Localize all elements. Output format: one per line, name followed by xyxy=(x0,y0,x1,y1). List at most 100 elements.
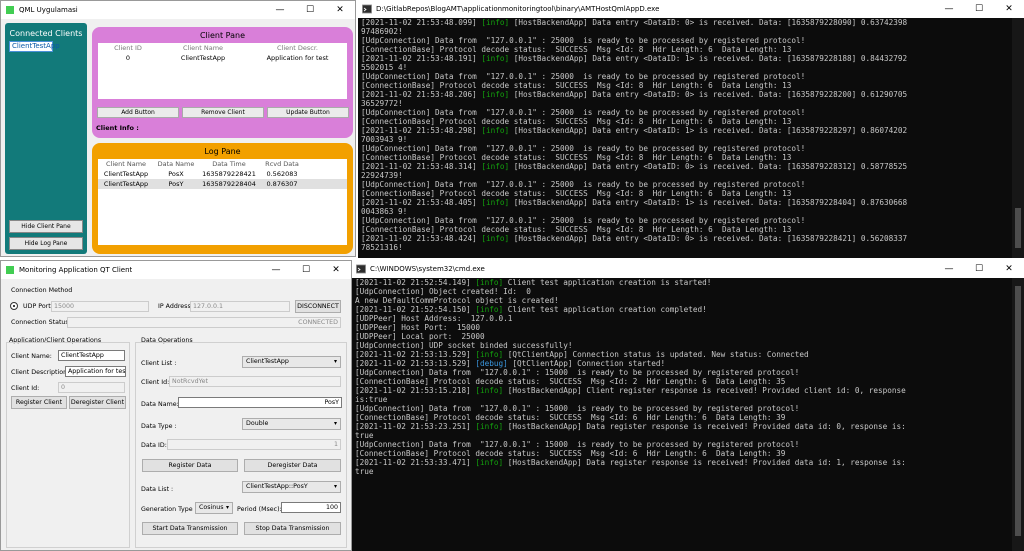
client-pane: Client Pane Client ID Client Name Client… xyxy=(92,27,353,138)
console-text: [HostBackendApp] Data entry <DataID: 0> … xyxy=(509,18,908,27)
minimize-icon[interactable]: — xyxy=(934,0,964,18)
console-line: 36529772! xyxy=(361,99,1009,108)
table-row[interactable]: ClientTestApp PosY 1635879228404 0.87630… xyxy=(98,179,347,189)
console-line: [ConnectionBase] Protocol decode status:… xyxy=(355,377,1009,386)
connected-clients-panel: Connected Clients ClientTestApp Hide Cli… xyxy=(5,23,87,254)
console-text: [UdpConnection] Data from "127.0.0.1" : … xyxy=(361,180,806,189)
console-line: [ConnectionBase] Protocol decode status:… xyxy=(361,153,1009,162)
generation-type-value: Cosinus xyxy=(199,504,224,511)
console-text: [info] xyxy=(481,162,510,171)
minimize-icon[interactable]: — xyxy=(261,261,291,279)
console-text: [HostBackendApp] Client register respons… xyxy=(503,386,906,395)
register-client-button[interactable]: Register Client xyxy=(11,396,67,409)
maximize-icon[interactable]: ☐ xyxy=(295,1,325,19)
window-title: Monitoring Application QT Client xyxy=(19,266,133,274)
console-text: Client test application creation complet… xyxy=(503,305,707,314)
client-list-dropdown[interactable]: ClientTestApp ▾ xyxy=(242,356,341,368)
client-table-header: Client ID Client Name Client Descr. xyxy=(98,43,347,53)
generation-type-label: Generation Type : xyxy=(141,506,197,513)
console-text: [2021-11-02 21:53:48.099] xyxy=(361,18,482,27)
table-row[interactable]: 0 ClientTestApp Application for test xyxy=(98,53,347,63)
console-line: [UDPPeer] Host Address: 127.0.0.1 xyxy=(355,314,1009,323)
console-text: [HostBackendApp] Data entry <DataID: 0> … xyxy=(509,162,908,171)
console-line: [2021-11-02 21:53:48.206] [info] [HostBa… xyxy=(361,90,1009,99)
close-icon[interactable]: ✕ xyxy=(325,1,355,19)
console-text: [ConnectionBase] Protocol decode status:… xyxy=(361,153,792,162)
close-icon[interactable]: ✕ xyxy=(321,261,351,279)
data-type-dropdown[interactable]: Double ▾ xyxy=(242,418,341,430)
close-icon[interactable]: ✕ xyxy=(994,0,1024,18)
disconnect-button[interactable]: DISCONNECT xyxy=(295,300,341,313)
maximize-icon[interactable]: ☐ xyxy=(964,260,994,278)
scrollbar-thumb[interactable] xyxy=(1015,208,1021,248)
hide-client-pane-button[interactable]: Hide Client Pane xyxy=(9,220,83,233)
console-text: [2021-11-02 21:53:48.298] xyxy=(361,126,482,135)
console-text: [info] xyxy=(475,278,504,287)
remove-client-button[interactable]: Remove Client xyxy=(182,107,264,118)
data-id-field: 1 xyxy=(167,439,341,450)
client-id-label: Client Id: xyxy=(141,379,170,386)
console-text: 5502015 4! xyxy=(361,63,408,72)
minimize-icon[interactable]: — xyxy=(265,1,295,19)
vertical-scrollbar[interactable] xyxy=(1012,278,1024,551)
console-text: [HostBackendApp] Data register response … xyxy=(503,458,906,467)
stop-transmission-button[interactable]: Stop Data Transmission xyxy=(244,522,341,535)
maximize-icon[interactable]: ☐ xyxy=(291,261,321,279)
console-text: [HostBackendApp] Data entry <DataID: 1> … xyxy=(509,198,908,207)
console-text: [HostBackendApp] Data entry <DataID: 1> … xyxy=(509,126,908,135)
console-line: [UdpConnection] Data from "127.0.0.1" : … xyxy=(361,216,1009,225)
console-text: 97486902! xyxy=(361,27,403,36)
client-description-input[interactable]: Application for test xyxy=(65,366,126,377)
console-text: [UdpConnection] Data from "127.0.0.1" : … xyxy=(361,108,806,117)
data-name-input[interactable]: PosY xyxy=(178,397,342,408)
console-line: _ xyxy=(361,252,1009,258)
console-text: [UdpConnection] Data from "127.0.0.1" : … xyxy=(361,216,806,225)
console-text: [UdpConnection] Data from "127.0.0.1" : … xyxy=(361,36,806,45)
console-text: is:true xyxy=(355,395,388,404)
udp-port-radio[interactable] xyxy=(10,302,18,310)
console-text: [2021-11-02 21:52:54.149] xyxy=(355,278,476,287)
qml-titlebar: QML Uygulamasi — ☐ ✕ xyxy=(1,1,355,19)
monitoring-titlebar: Monitoring Application QT Client — ☐ ✕ xyxy=(1,261,351,279)
console-text: [ConnectionBase] Protocol decode status:… xyxy=(355,377,786,386)
console-text: [info] xyxy=(481,90,510,99)
add-button[interactable]: Add Button xyxy=(97,107,179,118)
maximize-icon[interactable]: ☐ xyxy=(964,0,994,18)
console-line: [UdpConnection] UDP socket binded succes… xyxy=(355,341,1009,350)
client-console-window: C:\WINDOWS\system32\cmd.exe — ☐ ✕ [2021-… xyxy=(352,260,1024,551)
console-text: [2021-11-02 21:53:48.206] xyxy=(361,90,482,99)
start-transmission-button[interactable]: Start Data Transmission xyxy=(142,522,238,535)
table-row[interactable]: ClientTestApp PosX 1635879228421 0.56208… xyxy=(98,169,347,179)
update-button[interactable]: Update Button xyxy=(267,107,349,118)
generation-type-dropdown[interactable]: Cosinus ▾ xyxy=(195,502,233,514)
console-text: [ConnectionBase] Protocol decode status:… xyxy=(355,413,786,422)
console-line: [UdpConnection] Data from "127.0.0.1" : … xyxy=(361,180,1009,189)
period-input[interactable]: 100 xyxy=(281,502,341,513)
console-text: [ConnectionBase] Protocol decode status:… xyxy=(355,449,786,458)
console-text: true xyxy=(355,467,374,476)
client-name-input[interactable]: ClientTestApp xyxy=(58,350,125,361)
scrollbar-thumb[interactable] xyxy=(1015,286,1021,536)
deregister-data-button[interactable]: Deregister Data xyxy=(244,459,341,472)
console-text: [2021-11-02 21:53:15.218] xyxy=(355,386,476,395)
vertical-scrollbar[interactable] xyxy=(1012,18,1024,258)
data-list-dropdown[interactable]: ClientTestApp::PosY ▾ xyxy=(242,481,341,493)
register-data-button[interactable]: Register Data xyxy=(142,459,238,472)
log-pane-title: Log Pane xyxy=(204,147,241,156)
column-header: Data Name xyxy=(157,160,195,168)
console-text: [ConnectionBase] Protocol decode status:… xyxy=(361,189,792,198)
deregister-client-button[interactable]: Deregister Client xyxy=(69,396,126,409)
console-line: [UdpConnection] Object created! Id: 0 xyxy=(355,287,1009,296)
console-line: [UdpConnection] Data from "127.0.0.1" : … xyxy=(355,440,1009,449)
column-header: Client Descr. xyxy=(277,44,318,52)
udp-port-field[interactable]: 15000 xyxy=(51,301,149,312)
hide-log-pane-button[interactable]: Hide Log Pane xyxy=(9,237,83,250)
console-text: [UDPPeer] Local port: 25000 xyxy=(355,332,485,341)
console-line: [UdpConnection] Data from "127.0.0.1" : … xyxy=(361,144,1009,153)
ip-address-field[interactable]: 127.0.0.1 xyxy=(190,301,290,312)
client-list-item[interactable]: ClientTestApp xyxy=(9,41,60,52)
minimize-icon[interactable]: — xyxy=(934,260,964,278)
console-line: [UdpConnection] Data from "127.0.0.1" : … xyxy=(355,368,1009,377)
console-text: [2021-11-02 21:53:13.529] xyxy=(355,359,476,368)
close-icon[interactable]: ✕ xyxy=(994,260,1024,278)
